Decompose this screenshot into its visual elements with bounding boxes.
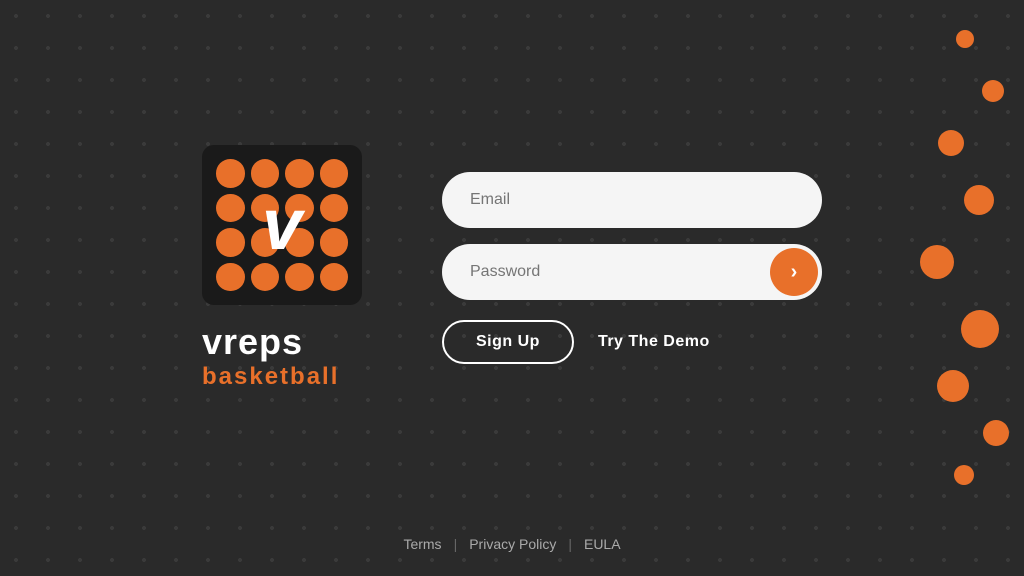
password-input[interactable] [442, 244, 822, 300]
brand-subtitle: basketball [202, 363, 339, 391]
logo-dot [320, 194, 349, 223]
logo-dot [251, 159, 280, 188]
logo-grid: v [202, 145, 362, 305]
eula-link[interactable]: EULA [584, 536, 621, 552]
logo-dot [285, 263, 314, 292]
brand-name: vreps [202, 321, 303, 363]
email-input[interactable] [442, 172, 822, 228]
privacy-link[interactable]: Privacy Policy [469, 536, 556, 552]
email-row [442, 172, 822, 228]
main-content: v vreps basketball › Sign Up Try The Dem… [0, 0, 1024, 576]
demo-link[interactable]: Try The Demo [598, 333, 710, 351]
logo-dot [251, 263, 280, 292]
logo-section: v vreps basketball [202, 145, 362, 391]
logo-dot [320, 228, 349, 257]
logo-dot [216, 228, 245, 257]
logo-dot [216, 263, 245, 292]
submit-button[interactable]: › [770, 248, 818, 296]
footer: Terms | Privacy Policy | EULA [0, 536, 1024, 552]
password-row: › [442, 244, 822, 300]
chevron-right-icon: › [791, 261, 798, 284]
footer-divider-2: | [568, 536, 572, 552]
logo-dot [320, 159, 349, 188]
logo-dot [285, 159, 314, 188]
logo-letter: v [262, 189, 302, 261]
footer-divider-1: | [454, 536, 458, 552]
actions-row: Sign Up Try The Demo [442, 320, 822, 364]
terms-link[interactable]: Terms [403, 536, 441, 552]
logo-dot [320, 263, 349, 292]
logo-dot [216, 159, 245, 188]
logo-dot [216, 194, 245, 223]
signup-button[interactable]: Sign Up [442, 320, 574, 364]
login-form: › Sign Up Try The Demo [442, 172, 822, 364]
